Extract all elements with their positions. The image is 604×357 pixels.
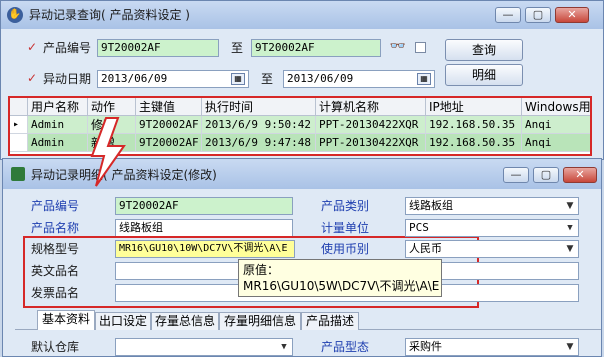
spec-label: 规格型号	[31, 242, 80, 256]
chevron-down-icon[interactable]: ▼	[563, 221, 577, 235]
date-check-icon[interactable]: ✓	[27, 72, 39, 85]
maximize-button[interactable]: ▢	[525, 7, 551, 23]
minimize-button[interactable]: —	[503, 167, 529, 183]
cell-action[interactable]: 修改	[88, 116, 136, 134]
app-icon: ✋	[7, 7, 23, 23]
cell-computer[interactable]: PPT-20130422XQR	[316, 134, 426, 152]
cell-ip[interactable]: 192.168.50.35	[426, 116, 522, 134]
cell-time[interactable]: 2013/6/9 9:47:48	[202, 134, 316, 152]
cell-time[interactable]: 2013/6/9 9:50:42	[202, 116, 316, 134]
column-header[interactable]: 计算机名称	[316, 98, 426, 116]
cell-ip[interactable]: 192.168.50.35	[426, 134, 522, 152]
tab-basic-info[interactable]: 基本资料	[37, 310, 95, 330]
product-name-label: 产品名称	[31, 221, 80, 235]
to-label-1: 至	[231, 41, 244, 55]
maximize-button[interactable]: ▢	[533, 167, 559, 183]
product-no-check-icon[interactable]: ✓	[27, 41, 39, 54]
unit-label: 计量单位	[321, 221, 370, 235]
product-no-label: 产品编号	[31, 199, 80, 213]
tab-stock-detail[interactable]: 存量明细信息	[219, 312, 301, 330]
product-form-value: 采购件	[409, 340, 442, 353]
cell-windows-user[interactable]: Anqi	[522, 134, 590, 152]
original-value-tooltip: 原值： MR16\GU10\5W\DC7V\不调光\A\E	[238, 259, 442, 297]
tab-export-settings[interactable]: 出口设定	[95, 312, 151, 330]
calendar-icon[interactable]: ▦	[417, 73, 431, 85]
english-name-label: 英文品名	[31, 264, 80, 278]
cell-windows-user[interactable]: Anqi	[522, 116, 590, 134]
row-header-corner	[10, 98, 28, 116]
product-no-label: 产品编号	[43, 41, 92, 55]
column-header[interactable]: Windows用	[522, 98, 590, 116]
chevron-down-icon[interactable]: ▼	[563, 340, 577, 354]
detail-window-titlebar[interactable]: 异动记录明细( 产品资料设定(修改) — ▢ ✕	[3, 159, 601, 189]
column-header[interactable]: 执行时间	[202, 98, 316, 116]
tooltip-title: 原值：	[243, 263, 280, 277]
product-no-field[interactable]: 9T20002AF	[115, 197, 293, 215]
window-title: 异动记录明细( 产品资料设定(修改)	[31, 168, 217, 182]
close-button[interactable]: ✕	[555, 7, 589, 23]
product-form-label: 产品型态	[321, 340, 370, 354]
unit-value: PCS	[409, 221, 429, 234]
row-indicator-icon: ▸	[10, 116, 28, 134]
category-label: 产品类别	[321, 199, 370, 213]
invoice-name-label: 发票品名	[31, 286, 80, 300]
product-no-to-input[interactable]: 9T20002AF	[251, 39, 381, 57]
date-from-input[interactable]: 2013/06/09	[97, 70, 249, 88]
currency-label: 使用币别	[321, 242, 370, 256]
currency-field[interactable]: 人民币 ▼	[405, 240, 579, 258]
cell-computer[interactable]: PPT-20130422XQR	[316, 116, 426, 134]
window-title: 异动记录查询( 产品资料设定 )	[29, 8, 190, 22]
date-to-input[interactable]: 2013/06/09	[283, 70, 435, 88]
category-field[interactable]: 线路板组 ▼	[405, 197, 579, 215]
date-from-value: 2013/06/09	[101, 72, 168, 85]
column-header[interactable]: IP地址	[426, 98, 522, 116]
cell-user[interactable]: Admin	[28, 116, 88, 134]
cell-user[interactable]: Admin	[28, 134, 88, 152]
tooltip-value: MR16\GU10\5W\DC7V\不调光\A\E	[243, 279, 440, 293]
chevron-down-icon[interactable]: ▼	[563, 199, 577, 213]
date-to-value: 2013/06/09	[287, 72, 354, 85]
currency-value: 人民币	[409, 242, 442, 255]
tab-stock-summary[interactable]: 存量总信息	[151, 312, 219, 330]
default-warehouse-label: 默认仓库	[31, 340, 80, 354]
spec-field[interactable]: MR16\GU10\10W\DC7V\不调光\A\E	[115, 240, 295, 258]
tab-product-description[interactable]: 产品描述	[301, 312, 359, 330]
category-value: 线路板组	[409, 199, 453, 212]
column-header[interactable]: 主键值	[136, 98, 202, 116]
cell-key[interactable]: 9T20002AF	[136, 116, 202, 134]
query-button[interactable]: 查询	[445, 39, 523, 61]
column-header[interactable]: 用户名称	[28, 98, 88, 116]
chevron-down-icon[interactable]: ▼	[563, 242, 577, 256]
row-header	[10, 134, 28, 152]
calendar-icon[interactable]: ▦	[231, 73, 245, 85]
default-warehouse-field[interactable]: ▼	[115, 338, 293, 356]
unit-field[interactable]: PCS ▼	[405, 219, 579, 237]
minimize-button[interactable]: —	[495, 7, 521, 23]
date-label: 异动日期	[43, 72, 92, 86]
product-name-field[interactable]: 线路板组	[115, 219, 293, 237]
detail-button[interactable]: 明细	[445, 64, 523, 86]
to-label-2: 至	[261, 72, 274, 86]
column-header[interactable]: 动作	[88, 98, 136, 116]
cell-action[interactable]: 新增	[88, 134, 136, 152]
chevron-down-icon[interactable]: ▼	[277, 340, 291, 354]
close-button[interactable]: ✕	[563, 167, 597, 183]
product-form-field[interactable]: 采购件 ▼	[405, 338, 579, 356]
audit-log-grid: 用户名称 动作 主键值 执行时间 计算机名称 IP地址 Windows用 ▸ A…	[8, 96, 592, 156]
query-window-titlebar[interactable]: ✋ 异动记录查询( 产品资料设定 ) — ▢ ✕	[1, 1, 603, 29]
option-checkbox[interactable]	[415, 42, 426, 53]
binoculars-icon[interactable]: 👓	[389, 38, 407, 56]
cell-key[interactable]: 9T20002AF	[136, 134, 202, 152]
product-no-from-input[interactable]: 9T20002AF	[97, 39, 219, 57]
detail-window: 异动记录明细( 产品资料设定(修改) — ▢ ✕ 产品编号 9T20002AF …	[2, 158, 602, 357]
app-icon	[11, 167, 25, 181]
